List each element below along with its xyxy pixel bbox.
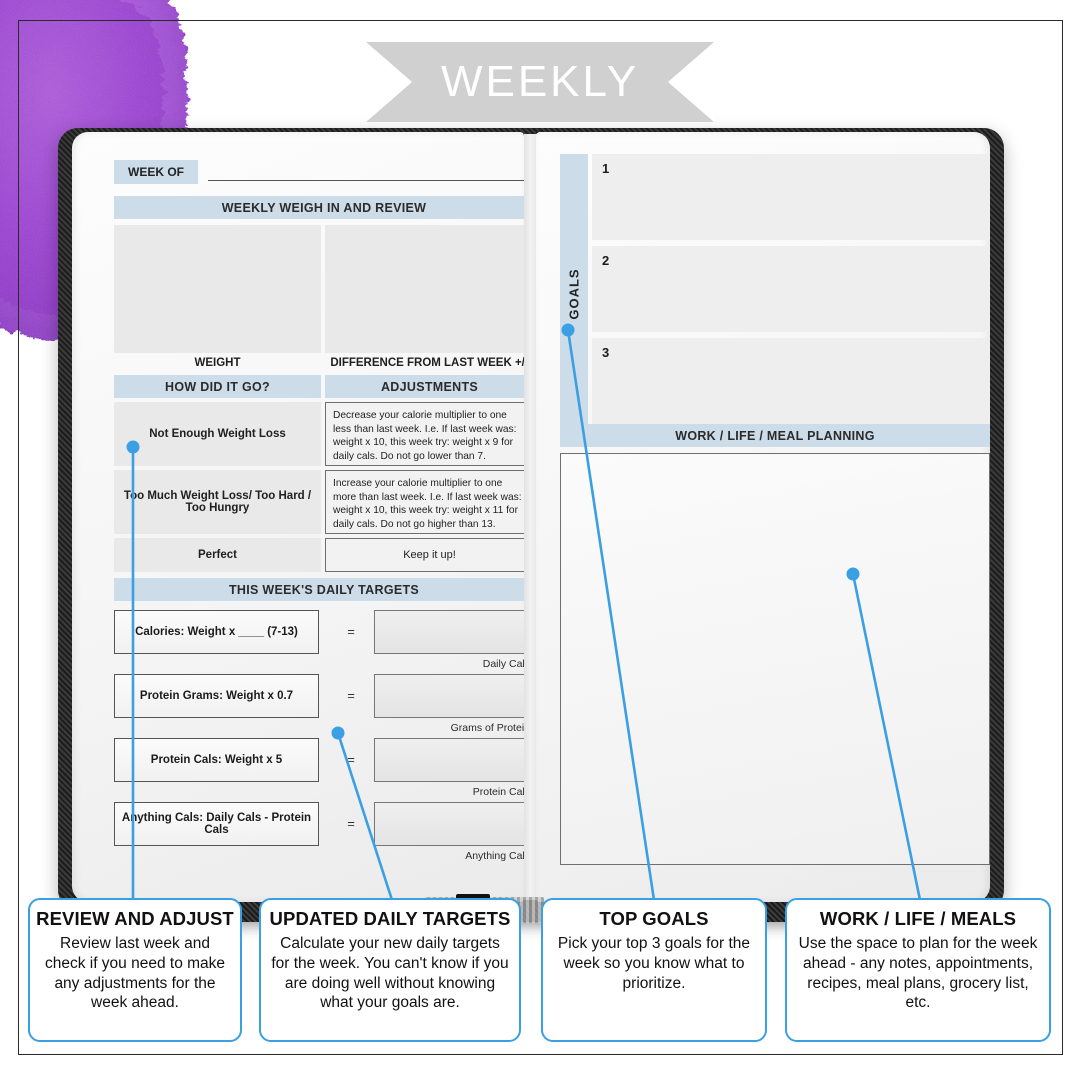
target-formula-3: Protein Cals: Weight x 5 — [114, 738, 319, 782]
review-adjustment-1: Decrease your calorie multiplier to one … — [325, 402, 534, 466]
adjustments-header: ADJUSTMENTS — [325, 375, 534, 398]
target-caption-4: Anything Cals — [465, 850, 530, 862]
equals-sign-3: = — [347, 752, 355, 767]
callout-row: REVIEW AND ADJUST Review last week and c… — [0, 898, 1080, 1058]
target-caption-2: Grams of Protein — [450, 722, 530, 734]
notebook: WEEK OF WEEKLY WEIGH IN AND REVIEW WEIGH… — [58, 128, 1004, 924]
review-adjustment-3: Keep it up! — [325, 538, 534, 572]
callout-title-2: UPDATED DAILY TARGETS — [269, 908, 511, 929]
goal-number-2: 2 — [602, 253, 610, 268]
difference-entry-box[interactable] — [325, 225, 534, 353]
callout-updated-daily-targets: UPDATED DAILY TARGETS Calculate your new… — [259, 898, 521, 1042]
goal-box-1[interactable]: 1 — [592, 154, 990, 240]
target-result-3[interactable] — [374, 738, 530, 782]
weight-caption: WEIGHT — [194, 357, 241, 369]
target-result-1[interactable] — [374, 610, 530, 654]
review-adjustment-2: Increase your calorie multiplier to one … — [325, 470, 534, 534]
callout-review-and-adjust: REVIEW AND ADJUST Review last week and c… — [28, 898, 242, 1042]
weekly-banner: WEEKLY — [366, 42, 714, 122]
work-life-meal-header: WORK / LIFE / MEAL PLANNING — [560, 424, 990, 447]
callout-title-4: WORK / LIFE / MEALS — [819, 908, 1017, 929]
callout-title-3: TOP GOALS — [599, 908, 709, 929]
daily-targets-header: THIS WEEK'S DAILY TARGETS — [114, 578, 534, 601]
target-result-4[interactable] — [374, 802, 530, 846]
target-formula-1: Calories: Weight x ____ (7-13) — [114, 610, 319, 654]
target-caption-1: Daily Cals — [482, 658, 530, 670]
work-life-meal-area[interactable] — [560, 453, 990, 865]
review-condition-1: Not Enough Weight Loss — [114, 402, 321, 466]
callout-body-4: Use the space to plan for the week ahead… — [798, 935, 1038, 1012]
banner-title: WEEKLY — [440, 57, 640, 106]
callout-body-3: Pick your top 3 goals for the week so yo… — [557, 935, 751, 992]
left-page: WEEK OF WEEKLY WEIGH IN AND REVIEW WEIGH… — [72, 132, 534, 902]
goal-number-3: 3 — [602, 345, 610, 360]
callout-title-1: REVIEW AND ADJUST — [36, 908, 234, 929]
review-condition-3: Perfect — [114, 538, 321, 572]
callout-body-2: Calculate your new daily targets for the… — [271, 935, 509, 1012]
week-of-write-line[interactable] — [208, 180, 526, 181]
week-of-tag: WEEK OF — [114, 160, 198, 184]
equals-sign-2: = — [347, 688, 355, 703]
goal-box-2[interactable]: 2 — [592, 246, 990, 332]
goals-side-tab: GOALS — [560, 154, 588, 434]
target-formula-2: Protein Grams: Weight x 0.7 — [114, 674, 319, 718]
weekly-weigh-header: WEEKLY WEIGH IN AND REVIEW — [114, 196, 534, 219]
callout-top-goals: TOP GOALS Pick your top 3 goals for the … — [541, 898, 767, 1042]
how-did-it-go-header: HOW DID IT GO? — [114, 375, 321, 398]
goals-tab-label: GOALS — [566, 268, 582, 320]
goal-box-3[interactable]: 3 — [592, 338, 990, 434]
weight-entry-box[interactable] — [114, 225, 321, 353]
callout-body-1: Review last week and check if you need t… — [44, 935, 226, 1012]
right-page: GOALS 1 2 3 WORK / LIFE / MEAL PLANNING — [536, 132, 990, 902]
target-caption-3: Protein Cals — [472, 786, 530, 798]
target-formula-4: Anything Cals: Daily Cals - Protein Cals — [114, 802, 319, 846]
goal-number-1: 1 — [602, 161, 610, 176]
equals-sign-1: = — [347, 624, 355, 639]
callout-work-life-meals: WORK / LIFE / MEALS Use the space to pla… — [785, 898, 1051, 1042]
review-condition-2: Too Much Weight Loss/ Too Hard / Too Hun… — [114, 470, 321, 534]
poster-canvas: WEEKLY WEEK OF WEEKLY WEIGH IN AND REVIE… — [0, 0, 1080, 1080]
equals-sign-4: = — [347, 816, 355, 831]
target-result-2[interactable] — [374, 674, 530, 718]
difference-caption: DIFFERENCE FROM LAST WEEK +/- — [330, 357, 529, 369]
